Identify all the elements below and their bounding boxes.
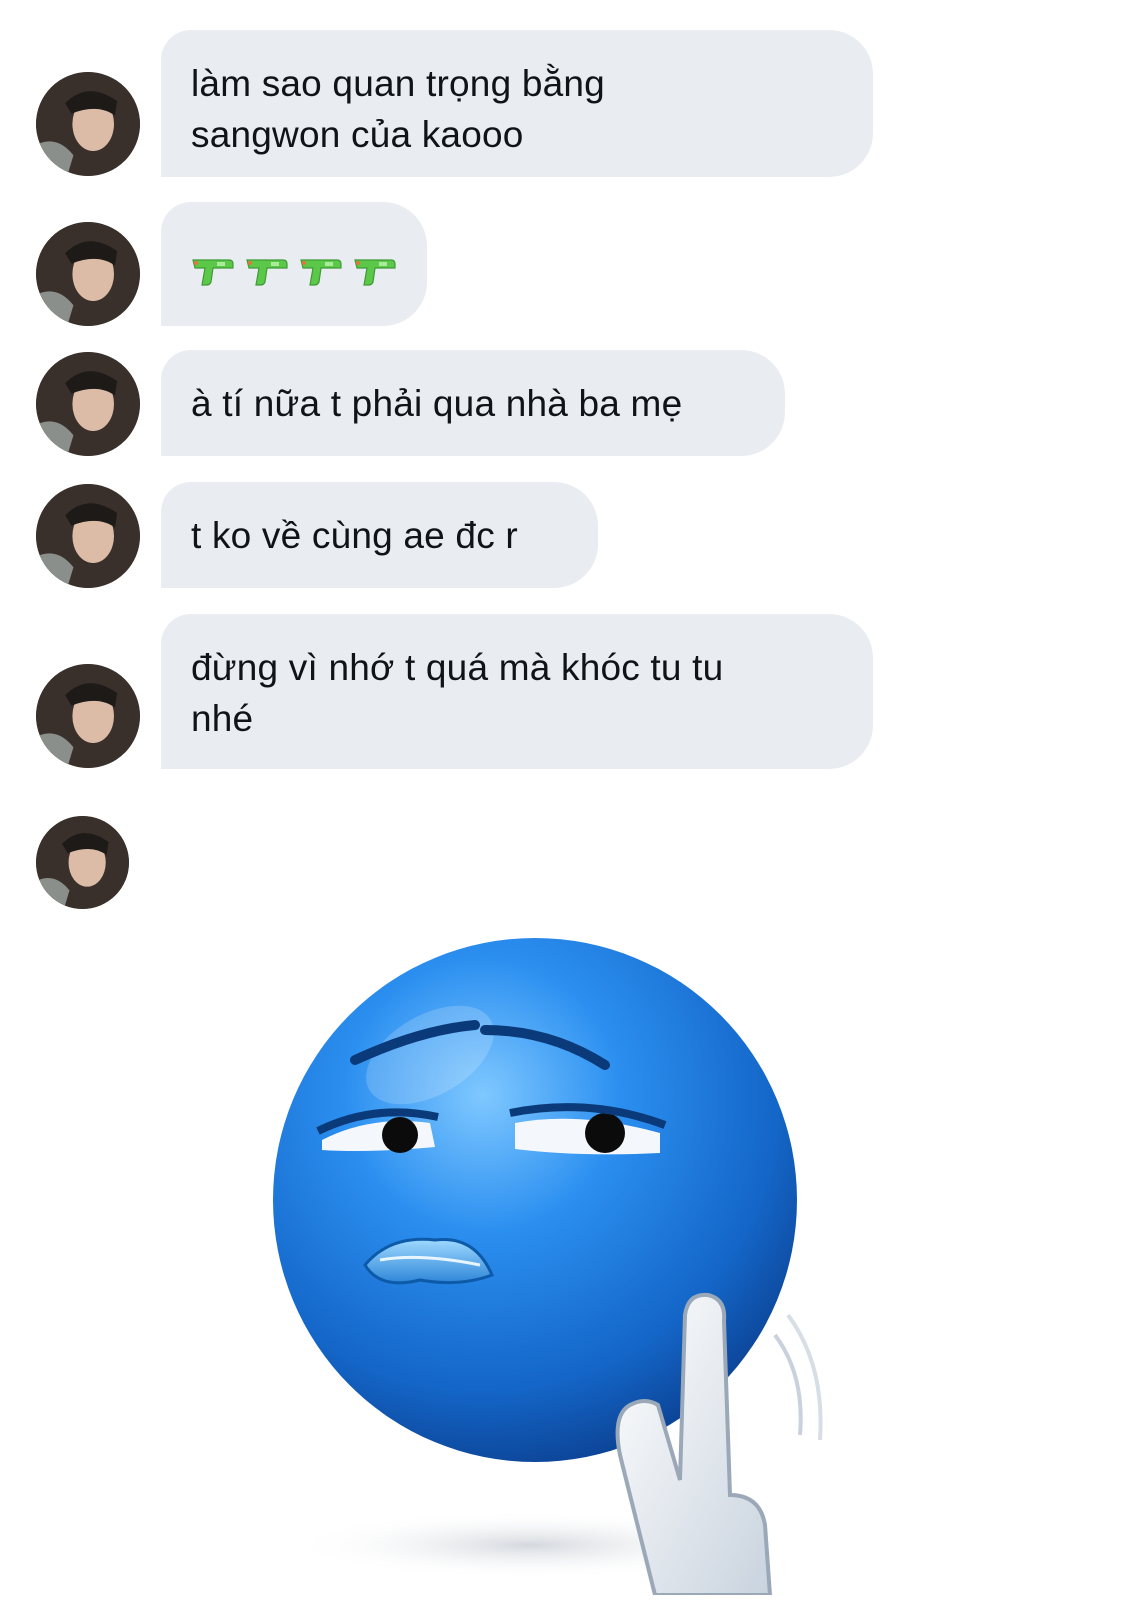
water-pistol-icon — [192, 259, 234, 286]
message-bubble[interactable] — [161, 202, 427, 326]
message-bubble[interactable]: đừng vì nhớ t quá mà khóc tu tu nhé — [161, 614, 873, 769]
sticker-message[interactable] — [260, 935, 860, 1597]
message-bubble[interactable]: à tí nữa t phải qua nhà ba mẹ — [161, 350, 785, 456]
water-pistol-icon — [300, 259, 342, 286]
avatar[interactable] — [36, 352, 140, 456]
emoji-row — [191, 230, 397, 288]
message-bubble[interactable]: t ko về cùng ae đc r — [161, 482, 598, 588]
water-pistol-icon — [354, 259, 396, 286]
water-pistol-icon — [246, 259, 288, 286]
avatar[interactable] — [36, 222, 140, 326]
avatar[interactable] — [36, 72, 140, 176]
message-text: à tí nữa t phải qua nhà ba mẹ — [191, 383, 683, 424]
avatar[interactable] — [36, 664, 140, 768]
message-text: làm sao quan trọng bằng sangwon của kaoo… — [191, 63, 605, 155]
avatar[interactable] — [36, 484, 140, 588]
sad-smiley-sticker-icon — [273, 938, 823, 1597]
message-bubble[interactable]: làm sao quan trọng bằng sangwon của kaoo… — [161, 30, 873, 177]
avatar[interactable] — [36, 816, 129, 909]
message-text: đừng vì nhớ t quá mà khóc tu tu nhé — [191, 647, 724, 739]
message-text: t ko về cùng ae đc r — [191, 515, 518, 556]
